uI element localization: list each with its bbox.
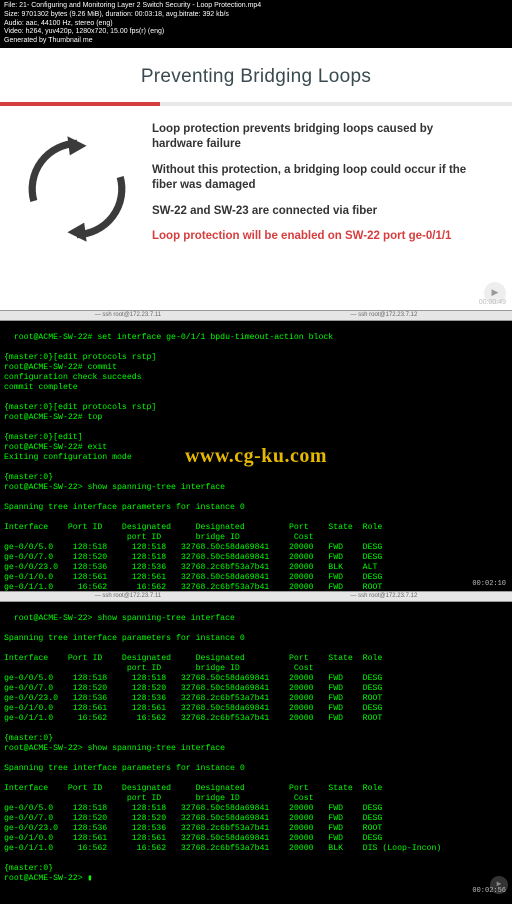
tab-ssh-2[interactable]: — ssh root@172.23.7.12: [350, 312, 417, 318]
file-metadata: File: 21- Configuring and Monitoring Lay…: [0, 0, 512, 48]
bullet-2: Without this protection, a bridging loop…: [152, 163, 486, 193]
tab-ssh-1[interactable]: — ssh root@172.23.7.11: [95, 312, 161, 318]
tab-ssh-2b[interactable]: — ssh root@172.23.7.12: [350, 593, 417, 599]
meta-file: File: 21- Configuring and Monitoring Lay…: [4, 2, 508, 11]
meta-gen: Generated by Thumbnail me: [4, 37, 508, 46]
terminal-tabbar-1: — ssh root@172.23.7.11 — ssh root@172.23…: [0, 310, 512, 321]
terminal-output-2: root@ACME-SW-22> show spanning-tree inte…: [4, 614, 441, 883]
timestamp-2: 00:02:10: [472, 580, 506, 589]
bullet-1: Loop protection prevents bridging loops …: [152, 122, 486, 152]
refresh-arrows-icon: [10, 122, 144, 256]
terminal-output-1: root@ACME-SW-22# set interface ge-0/1/1 …: [4, 333, 382, 622]
meta-size: Size: 9701302 bytes (9.26 MiB), duration…: [4, 11, 508, 20]
watermark: www.cg-ku.com: [185, 444, 327, 468]
meta-audio: Audio: aac, 44100 Hz, stereo (eng): [4, 20, 508, 29]
timestamp-3: 00:02:56: [472, 887, 506, 896]
bullet-4: Loop protection will be enabled on SW-22…: [152, 229, 486, 244]
bullet-list: Loop protection prevents bridging loops …: [144, 122, 486, 256]
meta-video: Video: h264, yuv420p, 1280x720, 15.00 fp…: [4, 28, 508, 37]
bullet-3: SW-22 and SW-23 are connected via fiber: [152, 204, 486, 219]
presentation-slide: Preventing Bridging Loops Loop protectio…: [0, 48, 512, 310]
tab-ssh-1b[interactable]: — ssh root@172.23.7.11: [95, 593, 161, 599]
accent-rule: [0, 102, 512, 106]
timestamp-1: 00:00:49: [479, 299, 506, 306]
terminal-pane-2[interactable]: root@ACME-SW-22> show spanning-tree inte…: [0, 602, 512, 898]
slide-title: Preventing Bridging Loops: [0, 48, 512, 102]
terminal-pane-1[interactable]: root@ACME-SW-22# set interface ge-0/1/1 …: [0, 321, 512, 591]
